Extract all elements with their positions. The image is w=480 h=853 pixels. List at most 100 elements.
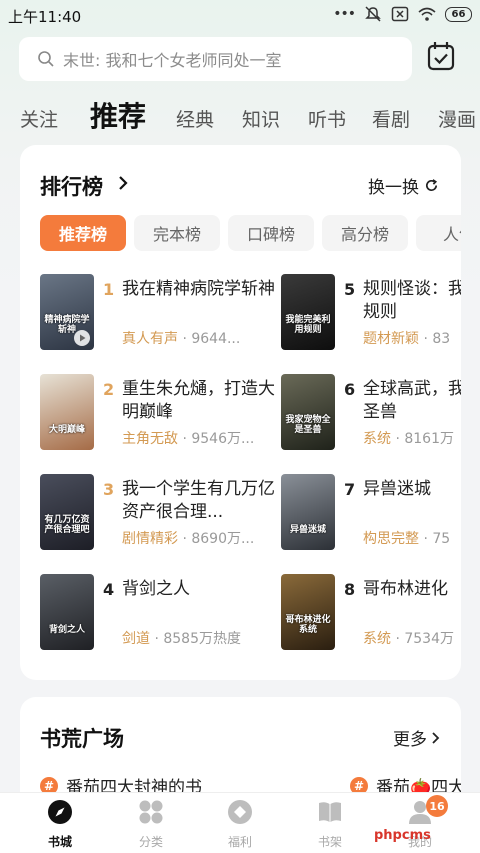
book-tag: 剑道 xyxy=(122,631,150,647)
rank-number: 4 xyxy=(103,580,115,599)
book-heat: · 75 xyxy=(419,531,451,547)
book-tag: 剧情精彩 xyxy=(122,531,178,547)
chip-finished[interactable]: 完本榜 xyxy=(134,215,220,251)
chip-high-score[interactable]: 高分榜 xyxy=(322,215,408,251)
book-cover-title: 我能完美利用规则 xyxy=(285,315,331,336)
ranking-book-item[interactable]: 大明巅峰 2 重生朱允熥，打造大明巅峰 主角无敌 · 9546万... xyxy=(40,374,280,452)
chip-recommend[interactable]: 推荐榜 xyxy=(40,215,126,251)
channel-tabs: 关注 推荐 经典 知识 听书 看剧 漫画 xyxy=(0,95,480,135)
nav-label: 书架 xyxy=(317,835,342,849)
bottom-nav: 书城 分类 福利 书架 我的 xyxy=(0,792,480,853)
book-title: 全球高武，我物全是圣兽 xyxy=(363,379,461,422)
ranking-book-item[interactable]: 我家宠物全是圣兽 6 全球高武，我物全是圣兽系统 · 8161万 xyxy=(281,374,461,452)
book-cover[interactable]: 有几万亿资产很合理吧 xyxy=(40,474,94,550)
book-tag: 系统 xyxy=(363,431,391,447)
chip-reputation[interactable]: 口碑榜 xyxy=(228,215,314,251)
play-icon xyxy=(74,330,90,346)
tab-follow[interactable]: 关注 xyxy=(20,105,58,132)
book-cover-title: 异兽迷城 xyxy=(289,525,326,536)
tab-audiobook[interactable]: 听书 xyxy=(308,105,346,132)
sim-x-icon xyxy=(391,6,409,22)
book-cover-title: 背剑之人 xyxy=(48,625,85,636)
book-cover[interactable]: 我能完美利用规则 xyxy=(281,274,335,350)
ranking-book-item[interactable]: 我能完美利用规则 5 规则怪谈：我美利用规则题材新颖 · 83 xyxy=(281,274,461,352)
book-meta: 真人有声 · 9644... xyxy=(122,328,280,348)
book-heat: · 7534万 xyxy=(391,631,454,647)
nav-bookshelf[interactable]: 书架 xyxy=(295,799,365,850)
rank-number: 7 xyxy=(344,480,356,499)
calendar-check-icon[interactable] xyxy=(426,40,456,72)
book-title: 背剑之人 xyxy=(122,579,190,599)
book-cover[interactable]: 背剑之人 xyxy=(40,574,94,650)
book-tag: 构思完整 xyxy=(363,531,419,547)
tab-recommend[interactable]: 推荐 xyxy=(90,95,146,135)
status-icons: ••• 66 xyxy=(333,6,472,22)
book-icon xyxy=(319,802,341,822)
ranking-chips: 推荐榜 完本榜 口碑榜 高分榜 人气 xyxy=(40,215,461,253)
chip-popular[interactable]: 人气 xyxy=(416,215,461,251)
book-cover[interactable]: 我家宠物全是圣兽 xyxy=(281,374,335,450)
book-meta: 剧情精彩 · 8690万... xyxy=(122,528,280,548)
book-heat: · 8585万热度 xyxy=(150,631,241,647)
chevron-right-icon[interactable] xyxy=(117,175,129,191)
refresh-button[interactable]: 换一换 xyxy=(368,173,439,198)
book-title: 异兽迷城 xyxy=(363,479,431,499)
book-heat: · 8690万... xyxy=(178,531,255,547)
book-cover-title: 大明巅峰 xyxy=(48,425,85,436)
book-meta: 题材新颖 · 83 xyxy=(363,328,461,348)
status-bar: 上午11:40 ••• 66 xyxy=(0,0,480,32)
book-heat: · 8161万 xyxy=(391,431,454,447)
nav-label: 书城 xyxy=(47,835,72,849)
more-button[interactable]: 更多 xyxy=(393,725,441,750)
more-label: 更多 xyxy=(393,730,427,750)
book-tag: 主角无敌 xyxy=(122,431,178,447)
book-tag: 系统 xyxy=(363,631,391,647)
book-heat: · 83 xyxy=(419,331,451,347)
book-meta: 系统 · 8161万 xyxy=(363,428,461,448)
ranking-book-item[interactable]: 有几万亿资产很合理吧 3 我一个学生有几万亿资产很合理... 剧情精彩 · 8690万… xyxy=(40,474,280,552)
tab-classic[interactable]: 经典 xyxy=(176,105,214,132)
nav-bookstore[interactable]: 书城 xyxy=(25,799,95,850)
book-cover[interactable]: 异兽迷城 xyxy=(281,474,335,550)
grid-icon xyxy=(139,800,163,824)
book-meta: 系统 · 7534万 xyxy=(363,628,461,648)
tab-knowledge[interactable]: 知识 xyxy=(242,105,280,132)
book-cover[interactable]: 哥布林进化系统 xyxy=(281,574,335,650)
ranking-book-item[interactable]: 精神病院学斩神 1 我在精神病院学斩神 真人有声 · 9644... xyxy=(40,274,280,352)
ranking-book-item[interactable]: 背剑之人 4 背剑之人剑道 · 8585万热度 xyxy=(40,574,280,652)
rank-number: 1 xyxy=(103,280,115,299)
refresh-icon xyxy=(425,179,438,192)
search-bar[interactable]: 末世: 我和七个女老师同处一室 xyxy=(19,37,412,81)
mute-bell-icon xyxy=(365,6,381,22)
book-title: 规则怪谈：我美利用规则 xyxy=(363,279,461,322)
book-wild-title: 书荒广场 xyxy=(40,727,124,751)
status-time: 上午11:40 xyxy=(8,8,82,26)
nav-category[interactable]: 分类 xyxy=(116,799,186,850)
tab-drama[interactable]: 看剧 xyxy=(372,105,410,132)
book-cover[interactable]: 精神病院学斩神 xyxy=(40,274,94,350)
chevron-right-icon xyxy=(432,731,440,744)
nav-welfare[interactable]: 福利 xyxy=(205,799,275,850)
rank-number: 3 xyxy=(103,480,115,499)
ranking-book-item[interactable]: 异兽迷城 7 异兽迷城 构思完整 · 75 xyxy=(281,474,461,552)
ranking-book-item[interactable]: 哥布林进化系统 8 哥布林进化 系统 · 7534万 xyxy=(281,574,461,652)
book-cover-title: 我家宠物全是圣兽 xyxy=(285,415,331,436)
book-title: 重生朱允熥，打造大明巅峰 xyxy=(122,379,275,422)
book-cover-title: 有几万亿资产很合理吧 xyxy=(44,515,90,536)
ranking-title[interactable]: 排行榜 xyxy=(40,171,103,201)
notification-badge: 16 xyxy=(426,795,448,817)
battery-icon: 66 xyxy=(445,6,472,22)
rank-number: 8 xyxy=(344,580,356,599)
book-heat: · 9546万... xyxy=(178,431,255,447)
book-title: 哥布林进化 xyxy=(363,579,448,599)
wifi-icon xyxy=(418,7,436,21)
coin-icon xyxy=(228,800,252,824)
tab-comics[interactable]: 漫画 xyxy=(438,105,476,132)
nav-label: 分类 xyxy=(138,835,163,849)
compass-icon xyxy=(48,800,72,824)
more-dots-icon: ••• xyxy=(333,6,356,22)
book-meta: 构思完整 · 75 xyxy=(363,528,461,548)
book-cover[interactable]: 大明巅峰 xyxy=(40,374,94,450)
nav-label: 福利 xyxy=(227,835,252,849)
watermark: phpcms xyxy=(374,828,431,843)
